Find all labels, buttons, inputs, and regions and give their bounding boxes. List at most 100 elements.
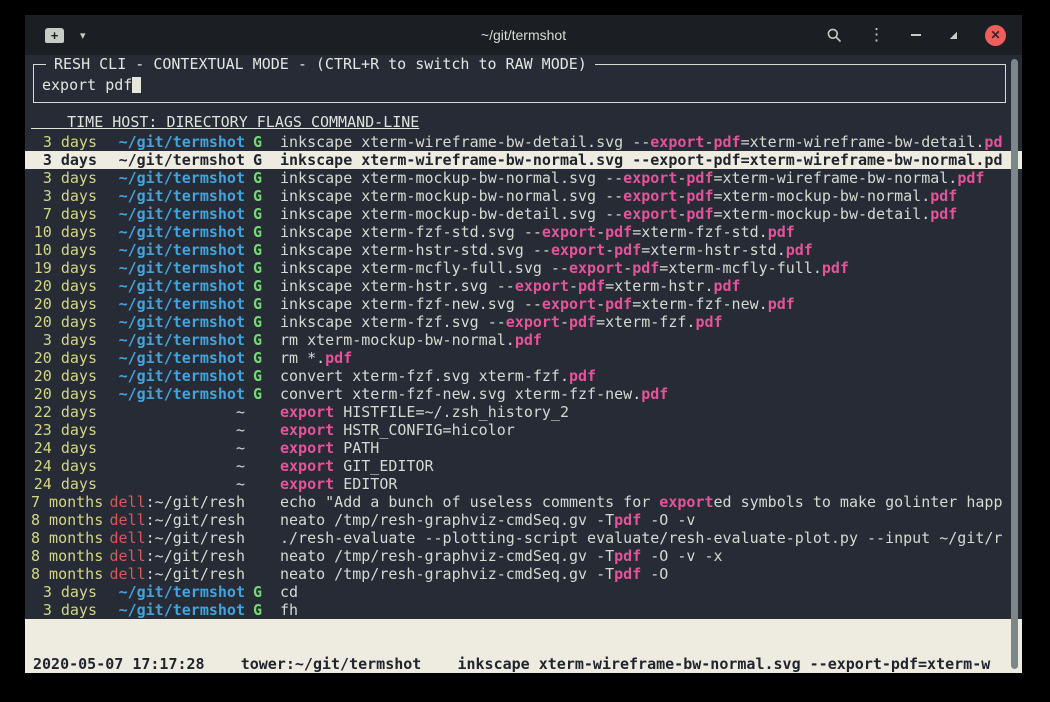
history-rows: 3 days ~/git/termshot Ginkscape xterm-wire… — [25, 133, 1022, 619]
history-row[interactable]: 8 months dell:~/git/resh neato /tmp/resh-g… — [25, 511, 1022, 529]
row-host-directory: ~/git/termshot — [105, 169, 245, 187]
restore-icon — [947, 29, 959, 41]
row-host-directory: dell:~/git/resh — [105, 511, 245, 529]
row-flags — [253, 547, 264, 565]
history-row[interactable]: 10 days~/git/termshotGinkscape xterm-fzf… — [25, 223, 1022, 241]
row-command: neato /tmp/resh-graphviz-cmdSeq.gv -Tpdf… — [280, 565, 1022, 583]
history-row[interactable]: 3 days~/git/termshotGcd — [25, 583, 1022, 601]
row-time: 24 days — [31, 457, 97, 475]
row-command: rm *.pdf — [280, 349, 1022, 367]
row-command: inkscape xterm-mockup-bw-normal.svg --ex… — [280, 169, 1022, 187]
minimize-button[interactable] — [911, 34, 921, 36]
row-time: 8 months — [31, 565, 97, 583]
history-row[interactable]: 8 monthsdell:~/git/reshneato /tmp/resh-g… — [25, 547, 1022, 565]
row-flags: G — [253, 601, 264, 619]
history-row[interactable]: 23 days~export HSTR_CONFIG=hicolor — [25, 421, 1022, 439]
text-cursor — [132, 77, 141, 93]
row-time: 3 days — [31, 187, 97, 205]
row-host-directory: ~/git/termshot — [105, 349, 245, 367]
row-command: inkscape xterm-hstr.svg --export-pdf=xte… — [280, 277, 1022, 295]
history-row[interactable]: 24 days~export GIT_EDITOR — [25, 457, 1022, 475]
row-time: 3 days — [31, 601, 97, 619]
chevron-down-icon[interactable]: ▾ — [80, 29, 86, 42]
history-row[interactable]: 10 days~/git/termshotGinkscape xterm-hst… — [25, 241, 1022, 259]
row-host-directory: ~/git/termshot — [105, 133, 245, 151]
row-flags — [253, 403, 264, 421]
row-command: export EDITOR — [280, 475, 1022, 493]
row-flags — [253, 475, 264, 493]
row-host-directory: ~/git/termshot — [105, 385, 245, 403]
row-command: export HSTR_CONFIG=hicolor — [280, 421, 1022, 439]
row-host-directory: dell:~/git/resh — [105, 529, 245, 547]
row-time: 20 days — [31, 385, 97, 403]
row-command: inkscape xterm-hstr-std.svg --export-pdf… — [280, 241, 1022, 259]
titlebar: + ▾ ~/git/termshot ⋮ ✕ — [25, 15, 1022, 55]
row-command: inkscape xterm-wireframe-bw-detail.svg -… — [280, 133, 1022, 151]
row-time: 7 months — [31, 493, 97, 511]
history-row[interactable]: 20 days~/git/termshotGinkscape xterm-fzf… — [25, 295, 1022, 313]
history-row[interactable]: 24 days~export PATH — [25, 439, 1022, 457]
history-row[interactable]: 3 days~/git/termshotGrm xterm-mockup-bw-… — [25, 331, 1022, 349]
history-row[interactable]: 3 days~/git/termshotGinkscape xterm-mock… — [25, 169, 1022, 187]
row-command: echo "Add a bunch of useless comments fo… — [280, 493, 1022, 511]
history-row[interactable]: 7 monthsdell:~/git/reshecho "Add a bunch… — [25, 493, 1022, 511]
search-query-input[interactable]: export pdf — [42, 76, 1005, 94]
history-row[interactable]: 20 days~/git/termshotGrm *.pdf — [25, 349, 1022, 367]
restore-button[interactable] — [947, 29, 959, 41]
row-time: 7 days — [31, 205, 97, 223]
minimize-icon — [911, 34, 921, 36]
history-row[interactable]: 8 monthsdell:~/git/reshneato /tmp/resh-g… — [25, 565, 1022, 583]
history-row[interactable]: 3 days~/git/termshotGinkscape xterm-mock… — [25, 187, 1022, 205]
history-row-selected[interactable]: 3 days~/git/termshotGinkscape xterm-wire… — [25, 151, 1022, 169]
row-flags: G — [253, 295, 264, 313]
row-command: inkscape xterm-fzf-new.svg --export-pdf=… — [280, 295, 1022, 313]
terminal-content: RESH CLI - CONTEXTUAL MODE - (CTRL+R to … — [25, 55, 1022, 673]
row-command: inkscape xterm-mockup-bw-detail.svg --ex… — [280, 205, 1022, 223]
history-row[interactable]: 22 days~export HISTFILE=~/.zsh_history_2 — [25, 403, 1022, 421]
history-row[interactable]: 3 days~/git/termshotGfh — [25, 601, 1022, 619]
search-icon[interactable] — [826, 27, 842, 43]
history-row[interactable]: 20 days~/git/termshotGconvert xterm-fzf-… — [25, 385, 1022, 403]
row-time: 8 months — [31, 529, 97, 547]
row-time: 3 days — [31, 133, 97, 151]
row-flags — [253, 457, 264, 475]
row-time: 20 days — [31, 295, 97, 313]
row-host-directory: ~/git/termshot — [105, 151, 245, 169]
row-time: 8 months — [31, 511, 97, 529]
row-host-directory: ~ — [105, 403, 245, 421]
row-host-directory: ~/git/termshot — [105, 277, 245, 295]
history-row[interactable]: 19 days~/git/termshotGinkscape xterm-mcf… — [25, 259, 1022, 277]
row-flags: G — [253, 349, 264, 367]
history-row[interactable]: 3 days~/git/termshotGinkscape xterm-wire… — [25, 133, 1022, 151]
row-command: neato /tmp/resh-graphviz-cmdSeq.gv -Tpdf… — [280, 547, 1022, 565]
row-time: 20 days — [31, 277, 97, 295]
row-command: export PATH — [280, 439, 1022, 457]
row-host-directory: ~/git/termshot — [105, 205, 245, 223]
history-row[interactable]: 20 days~/git/termshotGinkscape xterm-fzf… — [25, 313, 1022, 331]
row-time: 10 days — [31, 223, 97, 241]
row-time: 3 days — [31, 583, 97, 601]
kebab-menu-icon[interactable]: ⋮ — [868, 25, 885, 45]
row-host-directory: ~/git/termshot — [105, 259, 245, 277]
history-row[interactable]: 7 days ~/git/termshot Ginkscape xterm-mock… — [25, 205, 1022, 223]
row-command: inkscape xterm-fzf.svg --export-pdf=xter… — [280, 313, 1022, 331]
scrollbar-thumb[interactable] — [1011, 59, 1018, 669]
row-flags: G — [253, 385, 264, 403]
row-flags — [253, 565, 264, 583]
row-command: neato /tmp/resh-graphviz-cmdSeq.gv -Tpdf… — [280, 511, 1022, 529]
close-button[interactable]: ✕ — [985, 25, 1006, 46]
row-time: 19 days — [31, 259, 97, 277]
row-flags: G — [253, 205, 264, 223]
row-host-directory: ~ — [105, 421, 245, 439]
history-row[interactable]: 20 days~/git/termshotGconvert xterm-fzf.… — [25, 367, 1022, 385]
row-command: cd — [280, 583, 1022, 601]
new-tab-icon[interactable]: + — [45, 28, 64, 43]
row-host-directory: ~ — [105, 439, 245, 457]
status-bar: 2020-05-07 17:17:28 tower:~/git/termshot… — [25, 619, 1022, 673]
history-row[interactable]: 8 monthsdell:~/git/resh./resh-evaluate -… — [25, 529, 1022, 547]
history-row[interactable]: 20 days~/git/termshotGinkscape xterm-hst… — [25, 277, 1022, 295]
history-row[interactable]: 24 days~export EDITOR — [25, 475, 1022, 493]
row-command: fh — [280, 601, 1022, 619]
row-command: inkscape xterm-wireframe-bw-normal.svg -… — [280, 151, 1022, 169]
row-command: inkscape xterm-mockup-bw-normal.svg --ex… — [280, 187, 1022, 205]
